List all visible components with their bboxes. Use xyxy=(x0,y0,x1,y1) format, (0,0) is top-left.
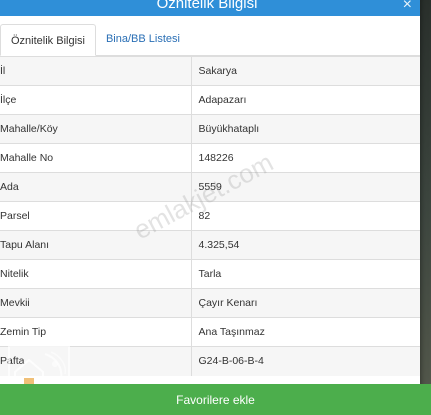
attribute-value: Büyükhataplı xyxy=(190,114,420,144)
attribute-value: G24-B-06-B-4 xyxy=(190,346,420,376)
table-row: Tapu Alanı 4.325,54 xyxy=(0,230,420,260)
table-row: Pafta G24-B-06-B-4 xyxy=(0,346,420,376)
attribute-value: Tarla xyxy=(190,259,420,289)
attribute-value: Çayır Kenarı xyxy=(190,288,420,318)
table-row: İl Sakarya xyxy=(0,56,420,86)
attribute-key: Nitelik xyxy=(0,259,191,289)
add-to-favorites-button[interactable]: Favorilere ekle xyxy=(0,384,431,415)
table-row: Nitelik Tarla xyxy=(0,259,420,289)
attribute-value: 148226 xyxy=(190,143,420,173)
table-row: Parsel 82 xyxy=(0,201,420,231)
table-row: Mahalle/Köy Büyükhataplı xyxy=(0,114,420,144)
modal-header: Öznitelik Bilgisi × xyxy=(0,0,420,16)
table-row: Mahalle No 148226 xyxy=(0,143,420,173)
attribute-key: Zemin Tip xyxy=(0,317,191,347)
modal-title: Öznitelik Bilgisi xyxy=(156,0,258,12)
attribute-key: Tapu Alanı xyxy=(0,230,191,260)
attribute-value: 4.325,54 xyxy=(190,230,420,260)
table-row: Ada 5559 xyxy=(0,172,420,202)
screen: Öznitelik Bilgisi × Öznitelik Bilgisi Bi… xyxy=(0,0,431,415)
attribute-key: Mevkii xyxy=(0,288,191,318)
attribute-key: İl xyxy=(0,56,191,86)
attribute-value: 5559 xyxy=(190,172,420,202)
attribute-key: Mahalle No xyxy=(0,143,191,173)
table-row: İlçe Adapazarı xyxy=(0,85,420,115)
attribute-key: Ada xyxy=(0,172,191,202)
attribute-table: İl Sakarya İlçe Adapazarı Mahalle/Köy Bü… xyxy=(0,56,420,376)
attribute-value: Ana Taşınmaz xyxy=(190,317,420,347)
attribute-value: 82 xyxy=(190,201,420,231)
attribute-key: Parsel xyxy=(0,201,191,231)
map-backdrop xyxy=(420,0,431,415)
tab-bina-bb-listesi[interactable]: Bina/BB Listesi xyxy=(96,23,190,55)
attribute-modal: Öznitelik Bilgisi × Öznitelik Bilgisi Bi… xyxy=(0,0,420,415)
tab-bar: Öznitelik Bilgisi Bina/BB Listesi xyxy=(0,16,420,56)
attribute-key: Pafta xyxy=(0,346,191,376)
attribute-value: Adapazarı xyxy=(190,85,420,115)
table-row: Zemin Tip Ana Taşınmaz xyxy=(0,317,420,347)
attribute-key: İlçe xyxy=(0,85,191,115)
attribute-value: Sakarya xyxy=(190,56,420,86)
attribute-key: Mahalle/Köy xyxy=(0,114,191,144)
table-row: Mevkii Çayır Kenarı xyxy=(0,288,420,318)
tab-oznitelik-bilgisi[interactable]: Öznitelik Bilgisi xyxy=(0,24,96,56)
close-icon[interactable]: × xyxy=(403,0,412,14)
